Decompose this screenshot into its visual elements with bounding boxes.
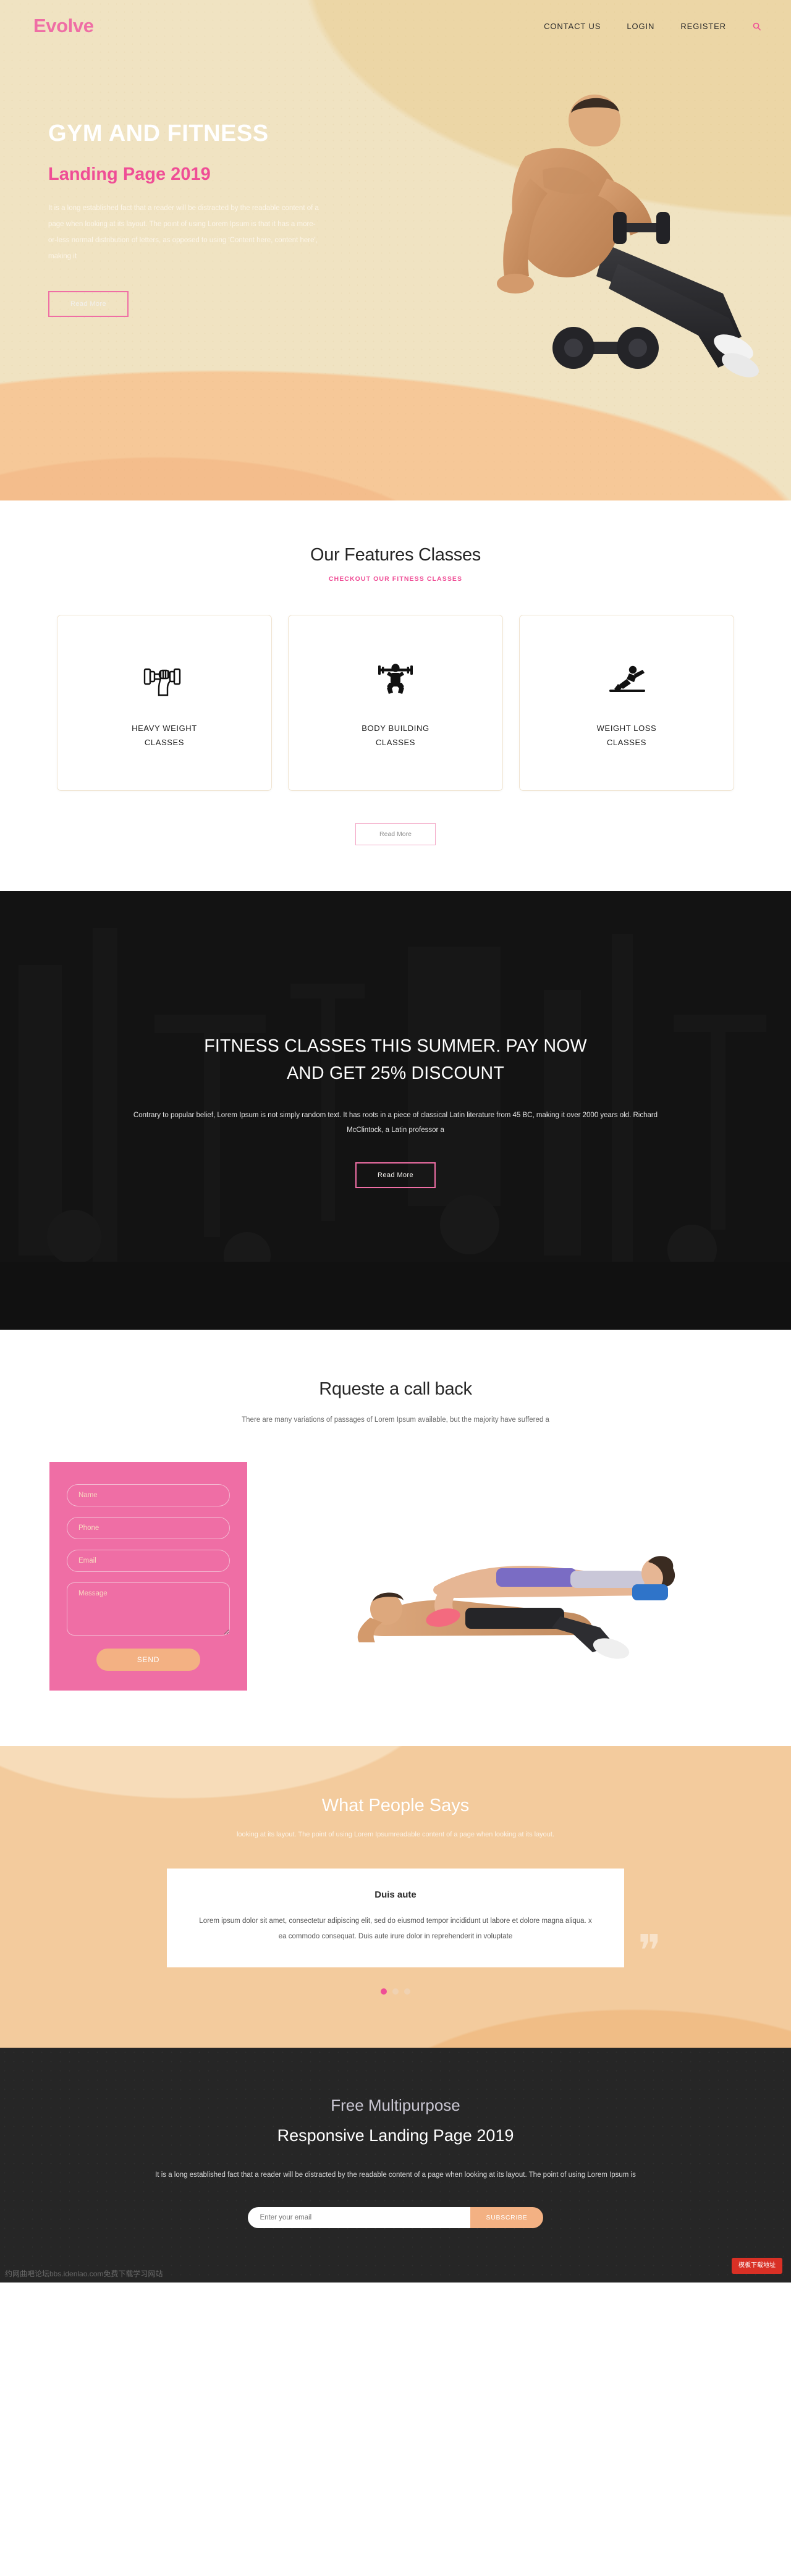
request-callback-section: Rqueste a call back There are many varia… [0, 1330, 791, 1746]
feature-label-line1: HEAVY WEIGHT [132, 723, 197, 733]
feature-card-label: HEAVY WEIGHT CLASSES [132, 722, 197, 750]
features-title: Our Features Classes [310, 545, 481, 565]
banner-title: FITNESS CLASSES THIS SUMMER. PAY NOW AND… [117, 1033, 674, 1087]
message-textarea[interactable] [67, 1582, 230, 1636]
banner-cta-wrap: Read More [117, 1138, 674, 1189]
features-kicker: CHECKOUT OUR FITNESS CLASSES [328, 575, 463, 583]
carousel-dots [0, 1988, 791, 1995]
carousel-dot-2[interactable] [392, 1988, 399, 1995]
features-read-more-button[interactable]: Read More [355, 823, 436, 845]
banner-title-line2: AND GET 25% DISCOUNT [287, 1063, 504, 1083]
hero-body-text: It is a long established fact that a rea… [48, 205, 319, 260]
send-button[interactable]: SEND [96, 1649, 200, 1671]
subscribe-email-input[interactable] [247, 2206, 470, 2228]
nav-item-login[interactable]: LOGIN [627, 22, 654, 31]
testimonial-author: Duis aute [374, 1889, 417, 1900]
banner-read-more-button[interactable]: Read More [355, 1162, 436, 1189]
subscribe-form: SUBSCRIBE [0, 2206, 791, 2228]
carousel-dot-1[interactable] [381, 1988, 387, 1995]
callback-title: Rqueste a call back [319, 1379, 472, 1399]
site-watermark: 约网曲吧论坛bbs.idenlao.com免费下载学习网站 [5, 2270, 163, 2279]
quote-mark-icon: ❞ [638, 1928, 661, 1975]
hero-content: GYM AND FITNESS Landing Page 2019 It is … [0, 37, 346, 317]
feature-label-line2: CLASSES [606, 737, 647, 747]
feature-label-line1: WEIGHT LOSS [596, 723, 657, 733]
testimonials-subtitle: looking at its layout. The point of usin… [236, 1831, 555, 1838]
promo-banner-section: FITNESS CLASSES THIS SUMMER. PAY NOW AND… [0, 891, 791, 1330]
feature-card-heavy-weight[interactable]: HEAVY WEIGHT CLASSES [57, 615, 272, 791]
feature-label-line2: CLASSES [375, 737, 416, 747]
hero-athlete-photo [433, 46, 779, 417]
feature-card-label: BODY BUILDING CLASSES [362, 722, 429, 750]
testimonials-section: What People Says looking at its layout. … [0, 1746, 791, 2048]
testimonials-title: What People Says [321, 1796, 470, 1815]
email-input[interactable] [67, 1550, 230, 1572]
footer-kicker: Free Multipurpose [331, 2096, 460, 2115]
nav-links: CONTACT US LOGIN REGISTER [544, 22, 761, 31]
banner-body-text: Contrary to popular belief, Lorem Ipsum … [133, 1112, 658, 1134]
brand-logo[interactable]: Evolve [33, 15, 94, 37]
callback-form: SEND [49, 1462, 247, 1691]
phone-input[interactable] [67, 1517, 230, 1539]
barbell-squat-icon [373, 656, 418, 703]
plank-couple-photo [276, 1480, 742, 1666]
feature-label-line1: BODY BUILDING [362, 723, 429, 733]
feature-label-line2: CLASSES [144, 737, 185, 747]
subscribe-button[interactable]: SUBSCRIBE [470, 2206, 544, 2228]
banner-title-line1: FITNESS CLASSES THIS SUMMER. PAY NOW [204, 1036, 587, 1056]
hero-subtitle: Landing Page 2019 [48, 164, 211, 184]
features-cta-wrap: Read More [0, 823, 791, 845]
hero-title: GYM AND FITNESS [48, 120, 269, 146]
nav-item-contact-us[interactable]: CONTACT US [544, 22, 601, 31]
testimonial-quote: Lorem ipsum dolor sit amet, consectetur … [199, 1917, 592, 1940]
callback-row: SEND [0, 1462, 791, 1691]
feature-card-weight-loss[interactable]: WEIGHT LOSS CLASSES [519, 615, 734, 791]
feature-card-label: WEIGHT LOSS CLASSES [597, 722, 657, 750]
name-input[interactable] [67, 1484, 230, 1506]
callback-header: Rqueste a call back There are many varia… [0, 1379, 791, 1427]
testimonials-header: What People Says looking at its layout. … [0, 1796, 791, 1841]
footer-section: Free Multipurpose Responsive Landing Pag… [0, 2048, 791, 2283]
features-section: Our Features Classes CHECKOUT OUR FITNES… [0, 500, 791, 891]
dumbbell-hand-icon [142, 656, 187, 703]
carousel-dot-3[interactable] [404, 1988, 410, 1995]
nav-item-register[interactable]: REGISTER [680, 22, 726, 31]
footer-title: Responsive Landing Page 2019 [277, 2126, 514, 2145]
hero-section: Evolve CONTACT US LOGIN REGISTER GYM AND… [0, 0, 791, 500]
template-download-badge[interactable]: 模板下载地址 [732, 2257, 782, 2274]
hero-read-more-button[interactable]: Read More [48, 290, 129, 317]
feature-card-body-building[interactable]: BODY BUILDING CLASSES [288, 615, 503, 791]
situp-icon [603, 656, 650, 703]
feature-cards: HEAVY WEIGHT CLASSES BODY BUILDING CLASS… [0, 615, 791, 791]
testimonial-card: Duis aute Lorem ipsum dolor sit amet, co… [167, 1868, 624, 1968]
footer-body-text: It is a long established fact that a rea… [155, 2171, 636, 2179]
banner-content: FITNESS CLASSES THIS SUMMER. PAY NOW AND… [105, 1033, 686, 1189]
main-navigation: Evolve CONTACT US LOGIN REGISTER [0, 0, 791, 37]
callback-body-text: There are many variations of passages of… [242, 1416, 549, 1424]
search-icon[interactable] [752, 22, 761, 31]
